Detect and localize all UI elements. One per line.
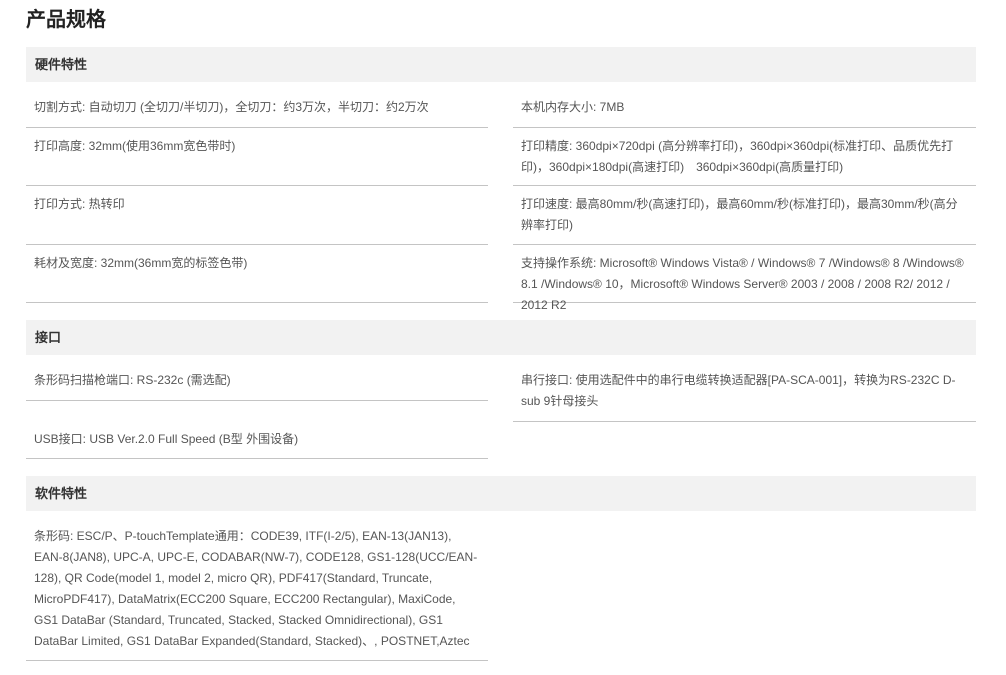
spec-print-method: 打印方式: 热转印 — [26, 186, 488, 245]
spec-media-width: 耗材及宽度: 32mm(36mm宽的标签色带) — [26, 245, 488, 303]
section-header-hardware: 硬件特性 — [26, 47, 976, 82]
spec-cutter: 切割方式: 自动切刀 (全切刀/半切刀)，全切刀：约3万次，半切刀：约2万次 — [26, 89, 488, 128]
page-title: 产品规格 — [26, 9, 106, 31]
spec-os: 支持操作系统: Microsoft® Windows Vista® / Wind… — [513, 245, 976, 312]
spec-memory: 本机内存大小: 7MB — [513, 89, 976, 128]
spec-resolution: 打印精度: 360dpi×720dpi (高分辨率打印)，360dpi×360d… — [513, 128, 976, 186]
spec-serial: 串行接口: 使用选配件中的串行电缆转换适配器[PA-SCA-001]，转换为RS… — [513, 362, 976, 422]
spec-print-speed: 打印速度: 最高80mm/秒(高速打印)，最高60mm/秒(标准打印)，最高30… — [513, 186, 976, 245]
spec-print-height: 打印高度: 32mm(使用36mm宽色带时) — [26, 128, 488, 186]
spec-usb: USB接口: USB Ver.2.0 Full Speed (B型 外围设备) — [26, 421, 488, 459]
spec-barcodes: 条形码: ESC/P、P-touchTemplate通用：CODE39, ITF… — [26, 518, 488, 661]
section-header-interface: 接口 — [26, 320, 976, 355]
spec-barcode-port: 条形码扫描枪端口: RS-232c (需选配) — [26, 362, 488, 401]
section-header-software: 软件特性 — [26, 476, 976, 511]
